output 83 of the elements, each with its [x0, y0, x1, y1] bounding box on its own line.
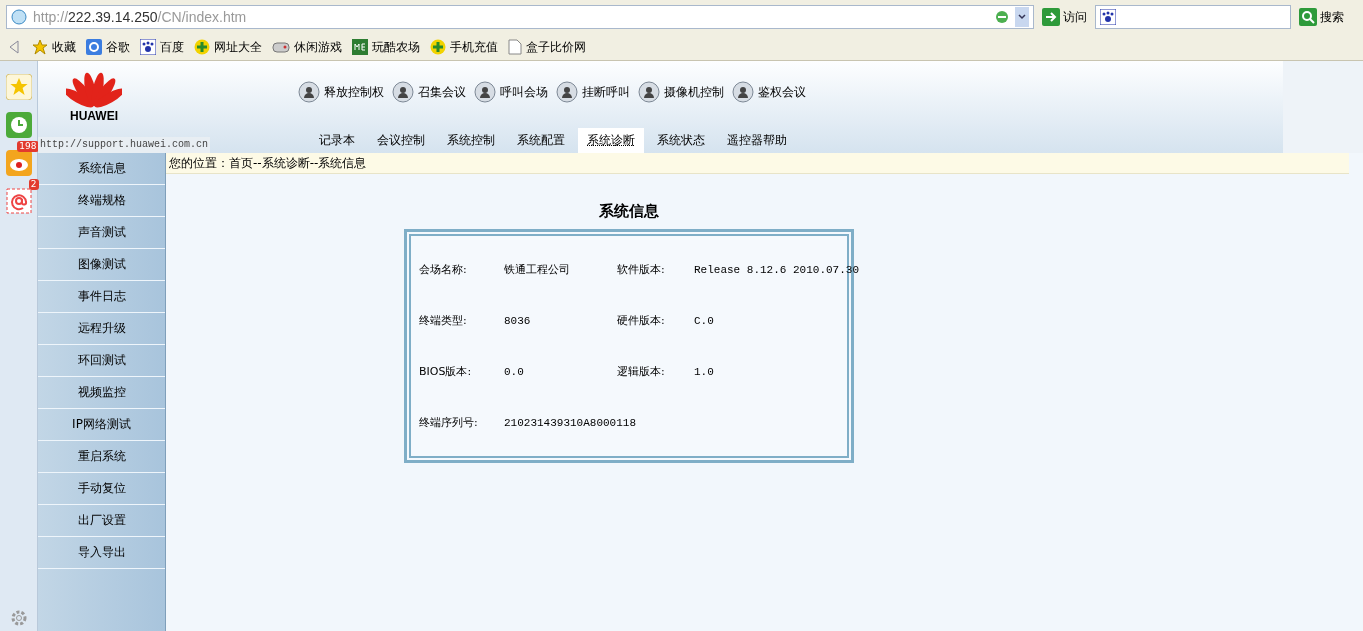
bookmark-link[interactable]: 盒子比价网	[508, 38, 586, 56]
field-value: 8036	[504, 313, 531, 329]
field-label: BIOS版本:	[419, 364, 473, 379]
g-icon	[86, 39, 102, 55]
gamepad-icon	[272, 40, 290, 54]
search-button[interactable]: 搜索	[1297, 8, 1346, 26]
action-button[interactable]: 挂断呼叫	[556, 81, 630, 103]
bookmark-link[interactable]: 网址大全	[194, 38, 262, 56]
me-icon	[352, 39, 368, 55]
eye-icon[interactable]	[5, 150, 32, 176]
bookmark-link[interactable]: 收藏	[32, 38, 76, 56]
clock-icon[interactable]	[5, 112, 32, 138]
nav-tab[interactable]: 系统状态	[648, 128, 714, 153]
bookmark-link[interactable]: 百度	[140, 38, 184, 56]
url-text: http://222.39.14.250/CN/index.htm	[33, 9, 247, 25]
field-value: Release 8.12.6 2010.07.30	[694, 262, 860, 278]
field-label: 终端序列号:	[419, 415, 479, 430]
round-icon	[638, 81, 660, 103]
star-icon[interactable]	[5, 74, 32, 100]
action-button[interactable]: 呼叫会场	[474, 81, 548, 103]
sidebar-item[interactable]: 环回测试	[38, 345, 165, 377]
round-icon	[298, 81, 320, 103]
round-icon	[474, 81, 496, 103]
round-icon	[392, 81, 414, 103]
dropdown-icon[interactable]	[1015, 7, 1029, 27]
search-icon	[1299, 8, 1317, 26]
nav-tab[interactable]: 系统诊断	[578, 128, 644, 153]
sidebar-item[interactable]: 出厂设置	[38, 505, 165, 537]
bookmark-link[interactable]: 谷歌	[86, 38, 130, 56]
sidebar-item[interactable]: 手动复位	[38, 473, 165, 505]
paw-icon	[1100, 9, 1116, 25]
field-value: 210231439310A8000118	[504, 415, 637, 431]
nav-tab[interactable]: 系统控制	[438, 128, 504, 153]
field-label: 逻辑版本:	[617, 364, 666, 379]
globe-icon	[11, 9, 27, 25]
field-value: 铁通工程公司	[504, 262, 570, 278]
field-value: 0.0	[504, 364, 524, 380]
sidebar-item[interactable]: 远程升级	[38, 313, 165, 345]
page-icon	[508, 39, 522, 55]
logo-text: HUAWEI	[70, 109, 118, 123]
round-icon	[732, 81, 754, 103]
field-label: 硬件版本:	[617, 313, 666, 328]
star-icon	[32, 39, 48, 55]
support-url: http://support.huawei.com.cn	[38, 137, 210, 153]
field-label: 终端类型:	[419, 313, 468, 328]
bookmark-link[interactable]: 手机充值	[430, 38, 498, 56]
sidebar-item[interactable]: 系统信息	[38, 153, 165, 185]
nav-tab[interactable]: 会议控制	[368, 128, 434, 153]
field-label: 软件版本:	[617, 262, 666, 277]
sidebar-item[interactable]: 视频监控	[38, 377, 165, 409]
plus-icon	[194, 39, 210, 55]
sidebar-item[interactable]: 终端规格	[38, 185, 165, 217]
go-button[interactable]: 访问	[1040, 8, 1089, 26]
action-button[interactable]: 释放控制权	[298, 81, 384, 103]
settings-icon[interactable]	[9, 609, 28, 627]
nav-tab[interactable]: 记录本	[310, 128, 364, 153]
bookmark-link[interactable]: 玩酷农场	[352, 38, 420, 56]
round-icon	[556, 81, 578, 103]
panel-title: 系统信息	[599, 202, 659, 221]
sidebar-item[interactable]: 图像测试	[38, 249, 165, 281]
action-button[interactable]: 召集会议	[392, 81, 466, 103]
field-value: C.0	[694, 313, 714, 329]
breadcrumb: 您的位置：首页--系统诊断--系统信息	[166, 153, 1349, 174]
nav-tab[interactable]: 遥控器帮助	[718, 128, 796, 153]
nav-tab[interactable]: 系统配置	[508, 128, 574, 153]
sidebar-item[interactable]: IP网络测试	[38, 409, 165, 441]
action-button[interactable]: 摄像机控制	[638, 81, 724, 103]
count-badge: 198	[17, 141, 39, 152]
plus-icon	[430, 39, 446, 55]
sidebar-item[interactable]: 事件日志	[38, 281, 165, 313]
sidebar-item[interactable]: 重启系统	[38, 441, 165, 473]
count-badge: 2	[28, 179, 39, 190]
petals-logo	[66, 71, 122, 109]
action-button[interactable]: 鉴权会议	[732, 81, 806, 103]
mail-icon[interactable]	[5, 188, 32, 214]
bookmark-link[interactable]: 休闲游戏	[272, 38, 342, 56]
address-field[interactable]: http://222.39.14.250/CN/index.htm	[6, 5, 1034, 29]
field-value: 1.0	[694, 364, 714, 380]
sidebar-item[interactable]: 声音测试	[38, 217, 165, 249]
paw-icon	[140, 39, 156, 55]
sidebar-item[interactable]: 导入导出	[38, 537, 165, 569]
field-label: 会场名称:	[419, 262, 468, 277]
search-field[interactable]	[1095, 5, 1291, 29]
